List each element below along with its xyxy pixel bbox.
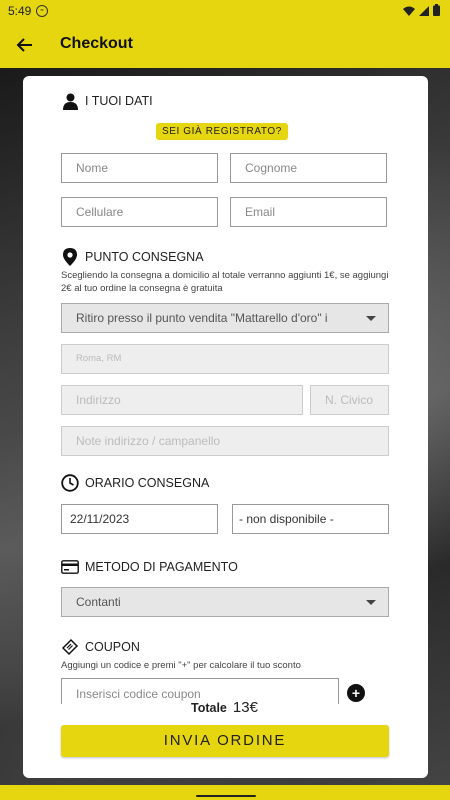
coupon-note: Aggiungi un codice e premi "+" per calco…: [61, 660, 301, 671]
section-coupon: COUPON: [61, 638, 140, 656]
status-icons: [403, 4, 440, 19]
system-nav-bar: [0, 785, 450, 800]
section-title-personal: I TUOI DATI: [85, 94, 153, 108]
address-notes-input: Note indirizzo / campanello: [61, 426, 389, 456]
delivery-time-select[interactable]: - non disponibile -: [232, 504, 389, 534]
section-delivery-time: ORARIO CONSEGNA: [61, 474, 209, 492]
total-value: 13€: [232, 699, 258, 716]
total-label: Totale: [191, 701, 227, 715]
email-input[interactable]: Email: [230, 197, 387, 227]
section-delivery-point: PUNTO CONSEGNA: [61, 248, 204, 266]
delivery-date-input[interactable]: 22/11/2023: [61, 504, 218, 534]
submit-order-button[interactable]: INVIA ORDINE: [61, 725, 389, 757]
order-total: Totale 13€: [191, 699, 258, 716]
city-field: Roma, RM: [61, 344, 389, 374]
notification-indicator-icon: ≈: [36, 5, 48, 17]
section-title-time: ORARIO CONSEGNA: [85, 476, 210, 490]
status-bar: 5:49 ≈: [0, 0, 450, 22]
chevron-down-icon: [366, 600, 376, 605]
payment-method-value: Contanti: [76, 595, 121, 609]
clock-icon: [61, 474, 79, 492]
last-name-input[interactable]: Cognome: [230, 153, 387, 183]
status-time: 5:49: [8, 4, 32, 18]
section-title-delivery: PUNTO CONSEGNA: [85, 250, 204, 264]
home-gesture-handle[interactable]: [196, 795, 256, 797]
add-coupon-button[interactable]: +: [347, 684, 365, 702]
signal-icon: [419, 5, 429, 19]
app-bar: Checkout: [0, 22, 450, 68]
arrow-left-icon: [16, 38, 32, 52]
chevron-down-icon: [366, 316, 376, 321]
delivery-point-select[interactable]: Ritiro presso il punto vendita "Mattarel…: [61, 303, 389, 333]
ticket-icon: [61, 638, 79, 656]
back-button[interactable]: [12, 32, 38, 58]
payment-method-select[interactable]: Contanti: [61, 587, 389, 617]
credit-card-icon: [61, 558, 79, 576]
delivery-point-value: Ritiro presso il punto vendita "Mattarel…: [76, 311, 328, 325]
section-title-coupon: COUPON: [85, 640, 140, 654]
page-title: Checkout: [60, 35, 133, 52]
phone-input[interactable]: Cellulare: [61, 197, 218, 227]
delivery-note: Scegliendo la consegna a domicilio al to…: [61, 270, 389, 294]
already-registered-button[interactable]: SEI GIÀ REGISTRATO?: [156, 123, 288, 140]
section-title-payment: METODO DI PAGAMENTO: [85, 560, 238, 574]
user-icon: [61, 92, 79, 110]
section-personal-data: I TUOI DATI: [61, 92, 153, 110]
first-name-input[interactable]: Nome: [61, 153, 218, 183]
address-input: Indirizzo: [61, 385, 303, 415]
section-payment: METODO DI PAGAMENTO: [61, 558, 238, 576]
wifi-icon: [403, 5, 415, 19]
battery-icon: [433, 4, 440, 19]
civic-number-input: N. Civico: [310, 385, 389, 415]
map-pin-icon: [61, 248, 79, 266]
checkout-card: I TUOI DATI SEI GIÀ REGISTRATO? Nome Cog…: [23, 76, 428, 778]
